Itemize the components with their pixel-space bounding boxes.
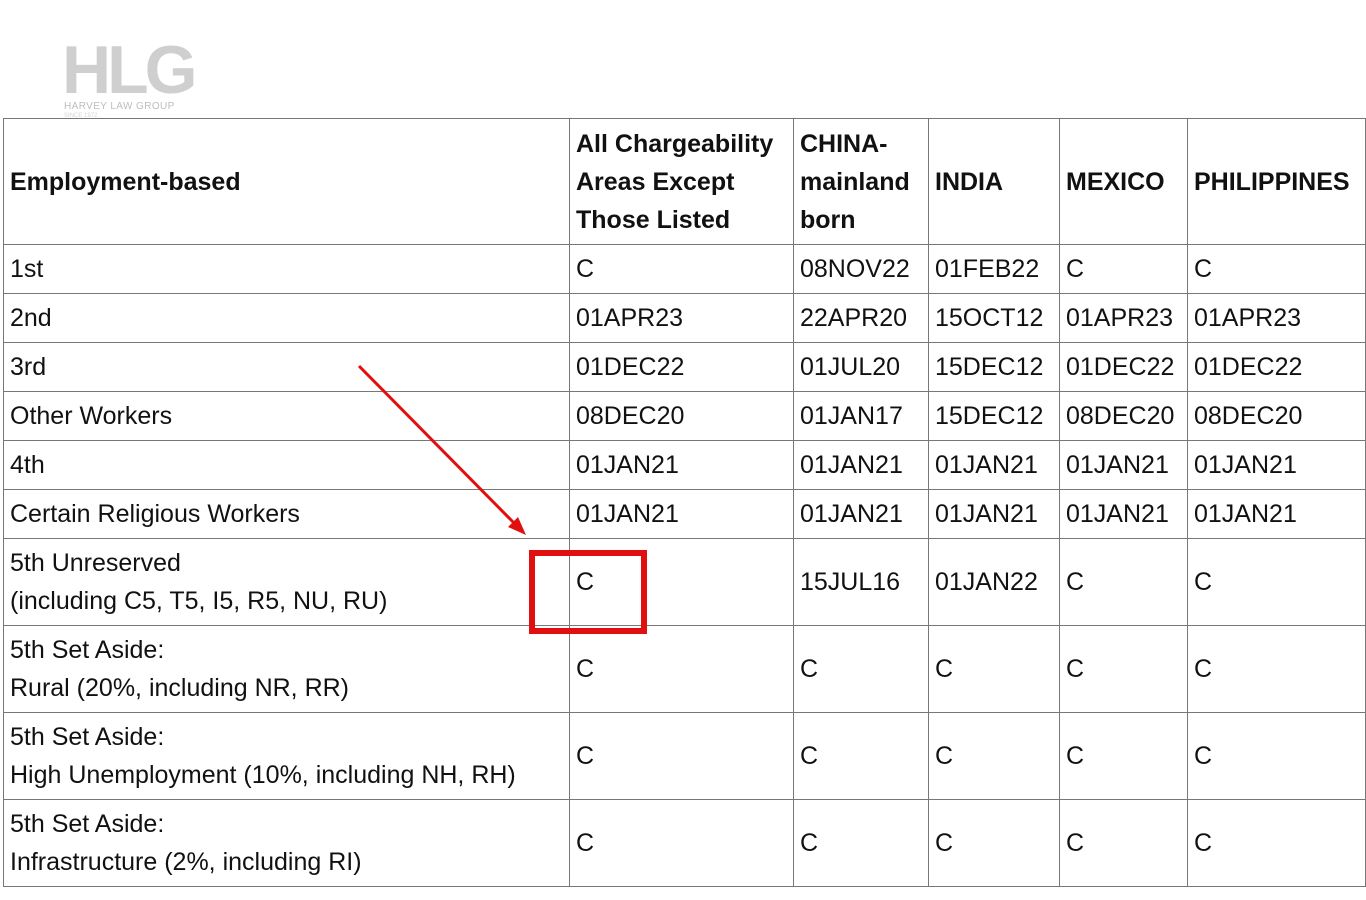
row-category-label: 1st	[3, 244, 570, 294]
table-row: 5th Unreserved (including C5, T5, I5, R5,…	[3, 538, 1366, 626]
highlight-box	[529, 550, 647, 634]
table-row: 3rd 01DEC22 01JUL20 15DEC12 01DEC22 01DEC22	[3, 342, 1366, 392]
row-category-label: 2nd	[3, 293, 570, 343]
column-header-mexico: MEXICO	[1059, 118, 1188, 245]
cell-mexico: 01DEC22	[1059, 342, 1188, 392]
row-category-label-line: High Unemployment (10%, including NH, RH…	[10, 761, 516, 789]
cell-china: 15JUL16	[793, 538, 929, 626]
cell-all-chargeability: 01APR23	[569, 293, 794, 343]
cell-philippines: 01DEC22	[1187, 342, 1366, 392]
cell-all-chargeability: C	[569, 799, 794, 887]
cell-india: C	[928, 712, 1060, 800]
row-category-label-line: Rural (20%, including NR, RR)	[10, 674, 350, 702]
cell-china: C	[793, 712, 929, 800]
cell-india: C	[928, 799, 1060, 887]
row-category-label-line: Other Workers	[10, 402, 173, 430]
cell-philippines: C	[1187, 244, 1366, 294]
cell-china: C	[793, 799, 929, 887]
column-header-india: INDIA	[928, 118, 1060, 245]
cell-mexico: 01JAN21	[1059, 440, 1188, 490]
cell-all-chargeability: 08DEC20	[569, 391, 794, 441]
row-category-label: 4th	[3, 440, 570, 490]
row-category-label: 5th Set Aside: Infrastructure (2%, includ…	[3, 799, 570, 887]
row-category-label: Certain Religious Workers	[3, 489, 570, 539]
table-row: 4th 01JAN21 01JAN21 01JAN21 01JAN21 01JAN21	[3, 440, 1366, 490]
cell-all-chargeability: 01DEC22	[569, 342, 794, 392]
cell-mexico: C	[1059, 712, 1188, 800]
column-header-philippines: PHILIPPINES	[1187, 118, 1366, 245]
cell-all-chargeability: C	[569, 625, 794, 713]
cell-china: 08NOV22	[793, 244, 929, 294]
row-category-label-line: Infrastructure (2%, including RI)	[10, 848, 362, 876]
cell-philippines: C	[1187, 712, 1366, 800]
table-row: 5th Set Aside: Infrastructure (2%, includ…	[3, 799, 1366, 887]
column-header-category: Employment-based	[3, 118, 570, 245]
cell-india: C	[928, 625, 1060, 713]
column-header-all-chargeability: All Chargeability Areas Except Those Lis…	[569, 118, 794, 245]
cell-philippines: C	[1187, 538, 1366, 626]
table-row: 2nd 01APR23 22APR20 15OCT12 01APR23 01APR23	[3, 293, 1366, 343]
cell-philippines: C	[1187, 625, 1366, 713]
logo-mark: HLG	[62, 32, 198, 108]
row-category-label-line: Certain Religious Workers	[10, 500, 300, 528]
cell-mexico: C	[1059, 625, 1188, 713]
cell-india: 01JAN21	[928, 489, 1060, 539]
cell-philippines: C	[1187, 799, 1366, 887]
row-category-label-line: 4th	[10, 451, 45, 479]
row-category-label-line: 5th Unreserved	[10, 549, 181, 577]
cell-mexico: 01APR23	[1059, 293, 1188, 343]
row-category-label-line: 1st	[10, 255, 44, 283]
cell-india: 15DEC12	[928, 342, 1060, 392]
cell-mexico: C	[1059, 538, 1188, 626]
row-category-label-line: 2nd	[10, 304, 52, 332]
visa-bulletin-table: Employment-based All Chargeability Areas…	[3, 118, 1366, 887]
row-category-label: 5th Set Aside: High Unemployment (10%, in…	[3, 712, 570, 800]
cell-india: 15OCT12	[928, 293, 1060, 343]
cell-india: 15DEC12	[928, 391, 1060, 441]
row-category-label-line: 5th Set Aside:	[10, 636, 165, 664]
cell-philippines: 01JAN21	[1187, 489, 1366, 539]
cell-mexico: 08DEC20	[1059, 391, 1188, 441]
cell-india: 01FEB22	[928, 244, 1060, 294]
table-row: Certain Religious Workers 01JAN21 01JAN21 0…	[3, 489, 1366, 539]
row-category-label: Other Workers	[3, 391, 570, 441]
row-category-label: 5th Set Aside: Rural (20%, including NR, …	[3, 625, 570, 713]
row-category-label-line: 3rd	[10, 353, 47, 381]
cell-china: 22APR20	[793, 293, 929, 343]
cell-mexico: 01JAN21	[1059, 489, 1188, 539]
cell-china: C	[793, 625, 929, 713]
cell-china: 01JAN21	[793, 440, 929, 490]
cell-all-chargeability: 01JAN21	[569, 440, 794, 490]
table-row: 5th Set Aside: High Unemployment (10%, in…	[3, 712, 1366, 800]
row-category-label-line: 5th Set Aside:	[10, 723, 165, 751]
cell-philippines: 01JAN21	[1187, 440, 1366, 490]
cell-china: 01JAN21	[793, 489, 929, 539]
cell-philippines: 08DEC20	[1187, 391, 1366, 441]
cell-mexico: C	[1059, 799, 1188, 887]
cell-all-chargeability: C	[569, 712, 794, 800]
row-category-label-line: (including C5, T5, I5, R5, NU, RU)	[10, 587, 388, 615]
cell-all-chargeability: C	[569, 244, 794, 294]
cell-india: 01JAN21	[928, 440, 1060, 490]
column-header-china: CHINA-mainland born	[793, 118, 929, 245]
row-category-label-line: 5th Set Aside:	[10, 810, 165, 838]
row-category-label: 3rd	[3, 342, 570, 392]
cell-all-chargeability: 01JAN21	[569, 489, 794, 539]
logo-company-name: HARVEY LAW GROUP	[64, 101, 175, 112]
cell-philippines: 01APR23	[1187, 293, 1366, 343]
cell-india: 01JAN22	[928, 538, 1060, 626]
cell-china: 01JUL20	[793, 342, 929, 392]
hlg-logo: HLG HARVEY LAW GROUP SINCE 1972	[62, 32, 198, 119]
table-row: 5th Set Aside: Rural (20%, including NR, …	[3, 625, 1366, 713]
row-category-label: 5th Unreserved (including C5, T5, I5, R5,…	[3, 538, 570, 626]
table-row: 1st C 08NOV22 01FEB22 C C	[3, 244, 1366, 294]
cell-china: 01JAN17	[793, 391, 929, 441]
cell-mexico: C	[1059, 244, 1188, 294]
table-row: Other Workers 08DEC20 01JAN17 15DEC12 08DEC2…	[3, 391, 1366, 441]
table-header-row: Employment-based All Chargeability Areas…	[3, 118, 1366, 245]
